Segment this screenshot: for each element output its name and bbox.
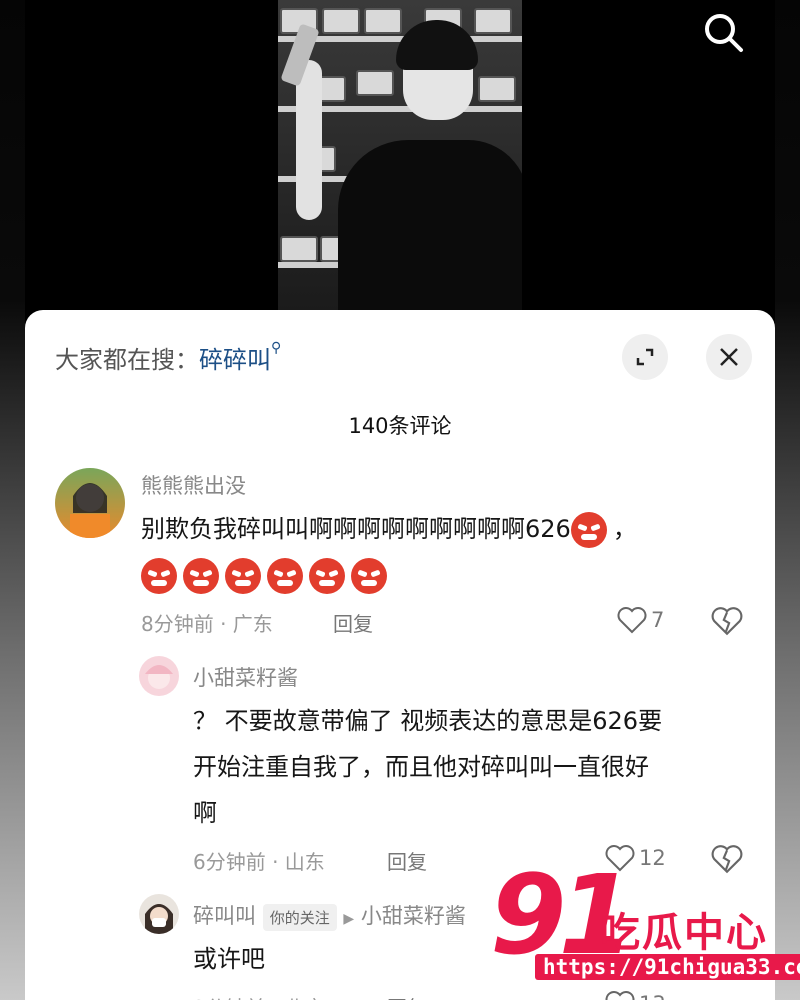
reply-button[interactable]: 回复 [387,992,427,1000]
heart-icon [605,991,635,1000]
expand-button[interactable] [622,334,668,380]
search-icon[interactable] [701,10,745,54]
angry-emoji-icon [309,558,345,594]
camera-prop [478,76,516,102]
camera-prop [474,8,512,34]
comment-username[interactable]: 熊熊熊出没 [141,470,246,500]
watermark-url: https://91chigua33.com [535,954,800,980]
angry-emoji-icon [183,558,219,594]
avatar[interactable] [139,894,179,934]
comment-username[interactable]: 小甜菜籽酱 [193,662,298,692]
close-icon [720,348,738,366]
comment-time-location: 2分钟前 · 北京 [193,992,325,1000]
search-small-icon: ⚲ [271,340,282,356]
avatar[interactable] [55,468,125,538]
angry-emoji-icon [351,558,387,594]
camera-prop [280,236,318,262]
comment-text-line: 开始注重自我了，而且他对碎叫叫一直很好 [193,753,649,781]
comment-text-line: 别欺负我碎叫叫啊啊啊啊啊啊啊啊啊626 [141,515,571,543]
following-badge: 你的关注 [262,903,337,931]
search-suggestion-keyword[interactable]: 碎碎叫 [199,346,271,374]
dislike-button[interactable] [711,606,743,640]
video-player[interactable] [25,0,775,330]
comment-reply-header: 碎叫叫 你的关注 ▶ 小甜菜籽酱 [193,900,466,931]
emoji-row [141,552,393,598]
reply-arrow-icon: ▶ [343,911,355,927]
like-button[interactable]: 7 [617,606,664,634]
comment-text-suffix: ， [612,515,637,543]
comment-text-line: ？ 不要故意带偏了 视频表达的意思是626要 [193,707,663,735]
reply-button[interactable]: 回复 [387,846,427,875]
comment-text: 或许吧 [193,945,265,973]
angry-emoji-icon [141,558,177,594]
reply-to-username[interactable]: 小甜菜籽酱 [361,904,466,928]
camera-prop [364,8,402,34]
heart-icon [617,607,647,634]
comment-count: 140条评论 [348,414,452,438]
camera-prop [356,70,394,96]
comment-time-location: 6分钟前 · 山东 [193,850,325,874]
expand-icon [636,348,654,366]
person-body [338,140,522,310]
like-button[interactable]: 13 [605,990,666,1000]
angry-emoji-icon [225,558,261,594]
site-watermark: 91 吃瓜中心 https://91chigua33.com [490,860,800,990]
person-hair [396,20,478,70]
like-count: 13 [639,992,666,1000]
like-count: 7 [651,608,665,632]
avatar[interactable] [139,656,179,696]
comment-username[interactable]: 碎叫叫 [193,904,256,928]
close-button[interactable] [706,334,752,380]
angry-emoji-icon [267,558,303,594]
watermark-name: 吃瓜中心 [600,910,768,956]
search-suggestion: 大家都在搜：碎碎叫⚲ [55,340,281,375]
search-suggestion-prefix: 大家都在搜： [55,346,199,374]
comment-text: 别欺负我碎叫叫啊啊啊啊啊啊啊啊啊626 ， [141,506,637,552]
angry-emoji-icon [570,512,607,548]
reply-button[interactable]: 回复 [333,608,373,637]
broken-heart-icon [711,607,743,636]
video-frame [278,0,522,310]
comment-time-location: 8分钟前 · 广东 [141,612,273,636]
comment-text-line: 啊 [193,799,217,827]
camera-prop [322,8,360,34]
